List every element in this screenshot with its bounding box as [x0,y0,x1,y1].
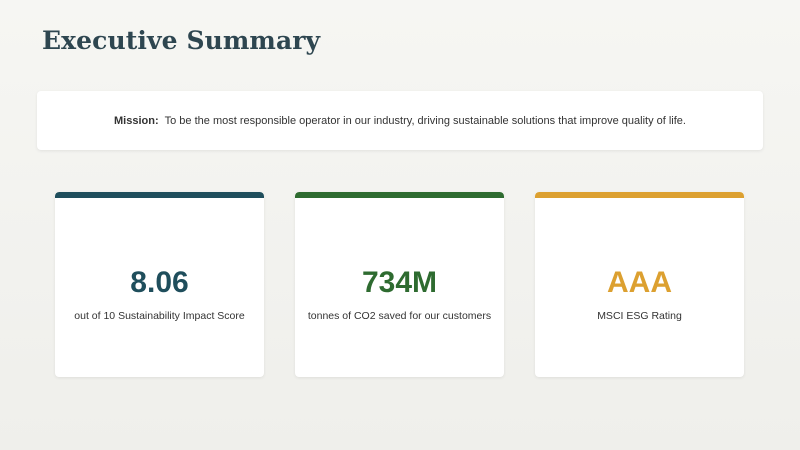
metric-caption: MSCI ESG Rating [597,310,682,322]
metric-value: 734M [361,266,438,299]
page-title: Executive Summary [42,26,321,55]
card-accent-bar [295,192,504,198]
metric-card-co2-saved: 734M tonnes of CO2 saved for our custome… [295,192,504,377]
mission-text: To be the most responsible operator in o… [164,114,686,127]
metric-value: AAA [607,266,672,299]
metric-card-impact-score: 8.06 out of 10 Sustainability Impact Sco… [55,192,264,377]
card-accent-bar [55,192,264,198]
metric-caption: tonnes of CO2 saved for our customers [307,310,492,322]
metric-caption: out of 10 Sustainability Impact Score [74,310,245,322]
card-accent-bar [535,192,744,198]
mission-label: Mission: [114,114,159,127]
mission-statement-box: Mission: To be the most responsible oper… [37,91,763,150]
metric-card-esg-rating: AAA MSCI ESG Rating [535,192,744,377]
metric-value: 8.06 [130,266,189,299]
